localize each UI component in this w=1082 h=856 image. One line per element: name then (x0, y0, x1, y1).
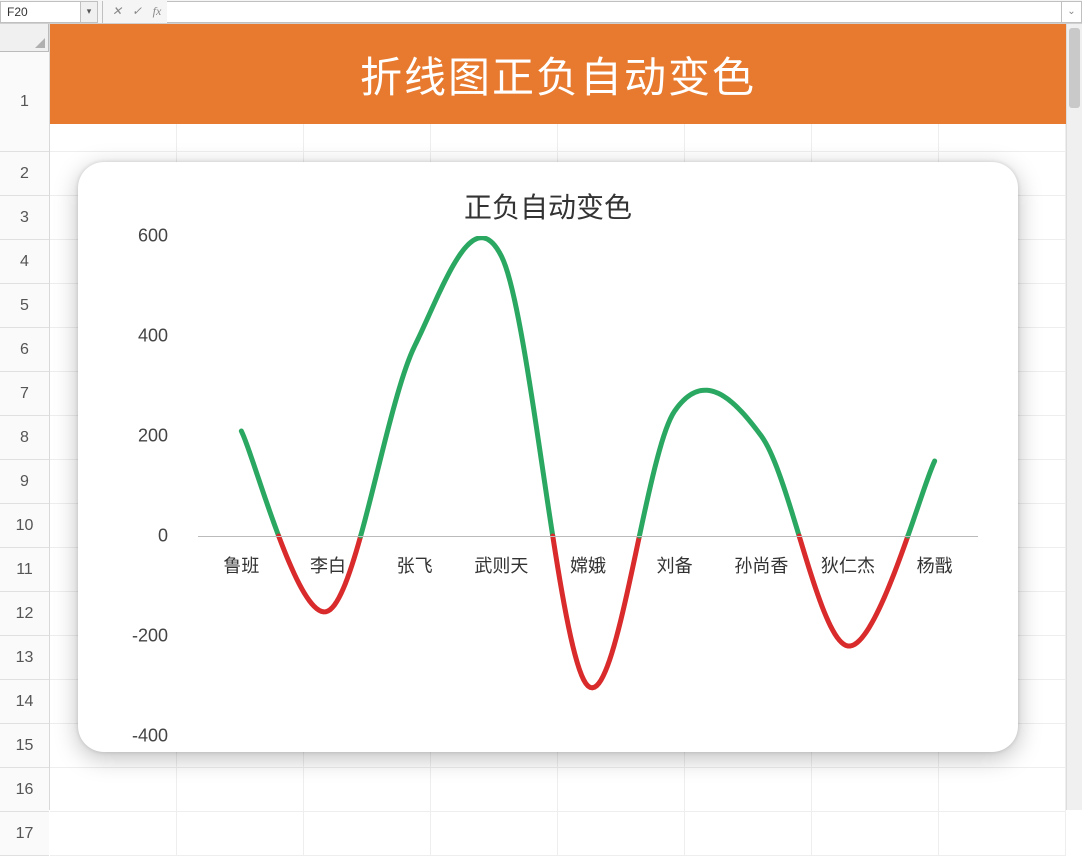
y-tick: 0 (108, 526, 168, 547)
line-positive-segment (639, 390, 799, 536)
y-tick: -200 (108, 626, 168, 647)
row (50, 812, 1066, 856)
row-headers: 1234567891011121314151617 (0, 24, 50, 810)
row-header-4[interactable]: 4 (0, 240, 49, 284)
formula-input[interactable] (167, 1, 1062, 23)
row-header-17[interactable]: 17 (0, 812, 49, 856)
row (50, 768, 1066, 812)
cell[interactable] (177, 768, 304, 812)
line-positive-segment (908, 461, 935, 536)
cell[interactable] (431, 768, 558, 812)
row-header-1[interactable]: 1 (0, 52, 49, 152)
cell[interactable] (304, 812, 431, 856)
x-label: 张飞 (397, 552, 433, 578)
row-header-11[interactable]: 11 (0, 548, 49, 592)
line-positive-segment (241, 431, 278, 536)
cell[interactable] (50, 812, 177, 856)
cell[interactable] (558, 768, 685, 812)
cell[interactable] (939, 768, 1066, 812)
line-positive-segment (361, 238, 553, 536)
cell[interactable] (431, 812, 558, 856)
row-header-8[interactable]: 8 (0, 416, 49, 460)
vertical-scrollbar[interactable] (1066, 24, 1082, 810)
row-header-13[interactable]: 13 (0, 636, 49, 680)
grid[interactable]: ABCDEFGH 折线图正负自动变色 正负自动变色 -400-200020040… (50, 24, 1066, 810)
cell[interactable] (685, 768, 812, 812)
x-label: 武则天 (474, 552, 528, 578)
chart-plot-area: -400-2000200400600鲁班李白张飞武则天嫦娥刘备孙尚香狄仁杰杨戬 (108, 236, 988, 736)
chart-title: 正负自动变色 (108, 186, 988, 226)
row-header-16[interactable]: 16 (0, 768, 49, 812)
title-text: 折线图正负自动变色 (360, 44, 756, 105)
row-header-5[interactable]: 5 (0, 284, 49, 328)
x-label: 鲁班 (223, 552, 259, 578)
y-tick: 600 (108, 226, 168, 247)
name-box-dropdown[interactable]: ▾ (80, 1, 98, 23)
cell[interactable] (50, 768, 177, 812)
confirm-icon[interactable]: ✓ (127, 1, 147, 23)
cancel-icon[interactable]: ✕ (107, 1, 127, 23)
sheet: 1234567891011121314151617 ABCDEFGH 折线图正负… (0, 24, 1082, 810)
zero-axis-line (198, 536, 978, 537)
x-label: 孙尚香 (734, 552, 788, 578)
row-header-7[interactable]: 7 (0, 372, 49, 416)
name-box[interactable]: F20 (0, 1, 80, 23)
fx-icon[interactable]: fx (147, 1, 167, 23)
row-header-6[interactable]: 6 (0, 328, 49, 372)
scrollbar-thumb[interactable] (1069, 28, 1080, 108)
x-label: 狄仁杰 (821, 552, 875, 578)
row-header-2[interactable]: 2 (0, 152, 49, 196)
x-label: 李白 (310, 552, 346, 578)
cell[interactable] (685, 812, 812, 856)
y-tick: 400 (108, 326, 168, 347)
title-cell[interactable]: 折线图正负自动变色 (50, 24, 1066, 124)
divider (102, 1, 103, 23)
formula-bar: F20 ▾ ✕ ✓ fx ⌄ (0, 0, 1082, 24)
row-header-15[interactable]: 15 (0, 724, 49, 768)
row-header-12[interactable]: 12 (0, 592, 49, 636)
cell[interactable] (939, 812, 1066, 856)
row-header-10[interactable]: 10 (0, 504, 49, 548)
chart-object[interactable]: 正负自动变色 -400 -200 0 200 400 600 鲁班 李白 张飞 武则天 嫦娥 刘备 孙尚… (78, 162, 1018, 752)
chart-line (198, 236, 978, 736)
cell[interactable] (304, 768, 431, 812)
row-header-14[interactable]: 14 (0, 680, 49, 724)
row-header-9[interactable]: 9 (0, 460, 49, 504)
x-label: 杨戬 (917, 552, 953, 578)
cell[interactable] (558, 812, 685, 856)
formula-expand-icon[interactable]: ⌄ (1062, 1, 1082, 23)
cell[interactable] (812, 812, 939, 856)
x-label: 刘备 (657, 552, 693, 578)
row-header-3[interactable]: 3 (0, 196, 49, 240)
y-tick: -400 (108, 726, 168, 747)
name-box-value: F20 (7, 5, 28, 19)
x-label: 嫦娥 (570, 552, 606, 578)
select-all-corner[interactable] (0, 24, 49, 52)
y-tick: 200 (108, 426, 168, 447)
cell[interactable] (812, 768, 939, 812)
cell[interactable] (177, 812, 304, 856)
